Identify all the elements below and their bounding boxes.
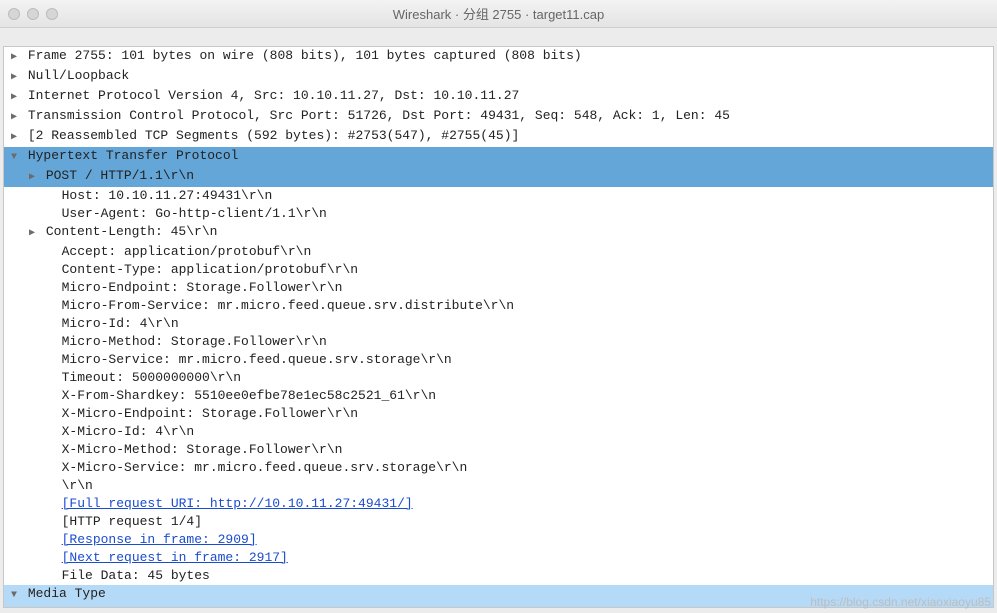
- disclosure-triangle-icon[interactable]: [8, 587, 20, 605]
- row-text: [2 Reassembled TCP Segments (592 bytes):…: [28, 127, 519, 145]
- row-text: Micro-Id: 4\r\n: [62, 315, 179, 333]
- header-row[interactable]: Micro-Id: 4\r\n: [4, 315, 993, 333]
- link-text[interactable]: [Response in frame: 2909]: [62, 531, 257, 549]
- row-text: Transmission Control Protocol, Src Port:…: [28, 107, 730, 125]
- row-text: File Data: 45 bytes: [62, 567, 210, 585]
- row-text: Media type: application/protobuf (45 byt…: [62, 605, 397, 608]
- header-row[interactable]: Content-Type: application/protobuf\r\n: [4, 261, 993, 279]
- row-text: Media Type: [28, 585, 106, 603]
- null-loopback-row[interactable]: Null/Loopback: [4, 67, 993, 87]
- row-text: X-Micro-Endpoint: Storage.Follower\r\n: [62, 405, 358, 423]
- window-controls: [8, 8, 58, 20]
- header-row[interactable]: Micro-From-Service: mr.micro.feed.queue.…: [4, 297, 993, 315]
- row-text: X-Micro-Method: Storage.Follower\r\n: [62, 441, 343, 459]
- disclosure-triangle-icon[interactable]: [8, 129, 20, 147]
- row-text: X-From-Shardkey: 5510ee0efbe78e1ec58c252…: [62, 387, 436, 405]
- row-text: Micro-Endpoint: Storage.Follower\r\n: [62, 279, 343, 297]
- tcp-row[interactable]: Transmission Control Protocol, Src Port:…: [4, 107, 993, 127]
- header-row[interactable]: Micro-Method: Storage.Follower\r\n: [4, 333, 993, 351]
- disclosure-triangle-icon[interactable]: [8, 109, 20, 127]
- disclosure-triangle-icon[interactable]: [8, 49, 20, 67]
- row-text: X-Micro-Service: mr.micro.feed.queue.srv…: [62, 459, 468, 477]
- header-row[interactable]: X-Micro-Id: 4\r\n: [4, 423, 993, 441]
- row-text: Content-Length: 45\r\n: [46, 223, 218, 241]
- packet-details-pane[interactable]: Frame 2755: 101 bytes on wire (808 bits)…: [3, 46, 994, 608]
- disclosure-triangle-icon[interactable]: [26, 225, 38, 243]
- file-data-row[interactable]: File Data: 45 bytes: [4, 567, 993, 585]
- row-text: Timeout: 5000000000\r\n: [62, 369, 241, 387]
- header-row[interactable]: X-From-Shardkey: 5510ee0efbe78e1ec58c252…: [4, 387, 993, 405]
- row-text: X-Micro-Id: 4\r\n: [62, 423, 195, 441]
- http-header-row[interactable]: Hypertext Transfer Protocol: [4, 147, 993, 167]
- disclosure-triangle-icon[interactable]: [26, 169, 38, 187]
- row-text: Content-Type: application/protobuf\r\n: [62, 261, 358, 279]
- row-text: Accept: application/protobuf\r\n: [62, 243, 312, 261]
- header-row[interactable]: Host: 10.10.11.27:49431\r\n: [4, 187, 993, 205]
- content-length-row[interactable]: Content-Length: 45\r\n: [4, 223, 993, 243]
- window-title: Wireshark · 分组 2755 · target11.cap: [393, 4, 604, 23]
- row-text: Micro-Method: Storage.Follower\r\n: [62, 333, 327, 351]
- disclosure-triangle-icon[interactable]: [8, 69, 20, 87]
- header-row[interactable]: Accept: application/protobuf\r\n: [4, 243, 993, 261]
- watermark: https://blog.csdn.net/xiaoxiaoyu85: [810, 595, 991, 609]
- header-row[interactable]: User-Agent: Go-http-client/1.1\r\n: [4, 205, 993, 223]
- row-text: Micro-From-Service: mr.micro.feed.queue.…: [62, 297, 514, 315]
- header-row[interactable]: Micro-Service: mr.micro.feed.queue.srv.s…: [4, 351, 993, 369]
- frame-row[interactable]: Frame 2755: 101 bytes on wire (808 bits)…: [4, 47, 993, 67]
- row-text: [HTTP request 1/4]: [62, 513, 202, 531]
- titlebar[interactable]: Wireshark · 分组 2755 · target11.cap: [0, 0, 997, 28]
- link-text[interactable]: [Full request URI: http://10.10.11.27:49…: [62, 495, 413, 513]
- row-text: Internet Protocol Version 4, Src: 10.10.…: [28, 87, 519, 105]
- toolbar-area: [0, 28, 997, 46]
- disclosure-triangle-icon[interactable]: [8, 89, 20, 107]
- reassembled-row[interactable]: [2 Reassembled TCP Segments (592 bytes):…: [4, 127, 993, 147]
- row-text: Host: 10.10.11.27:49431\r\n: [62, 187, 273, 205]
- row-text: Hypertext Transfer Protocol: [28, 147, 239, 165]
- minimize-icon[interactable]: [27, 8, 39, 20]
- header-row[interactable]: \r\n: [4, 477, 993, 495]
- disclosure-triangle-icon[interactable]: [8, 149, 20, 167]
- row-text: User-Agent: Go-http-client/1.1\r\n: [62, 205, 327, 223]
- link-text[interactable]: [Next request in frame: 2917]: [62, 549, 288, 567]
- frame-text: Frame 2755: 101 bytes on wire (808 bits)…: [28, 47, 582, 65]
- row-text: Micro-Service: mr.micro.feed.queue.srv.s…: [62, 351, 452, 369]
- close-icon[interactable]: [8, 8, 20, 20]
- header-row[interactable]: X-Micro-Method: Storage.Follower\r\n: [4, 441, 993, 459]
- header-row[interactable]: X-Micro-Endpoint: Storage.Follower\r\n: [4, 405, 993, 423]
- header-row[interactable]: Micro-Endpoint: Storage.Follower\r\n: [4, 279, 993, 297]
- header-row[interactable]: Timeout: 5000000000\r\n: [4, 369, 993, 387]
- response-frame-row[interactable]: [Response in frame: 2909]: [4, 531, 993, 549]
- http-request-row[interactable]: [HTTP request 1/4]: [4, 513, 993, 531]
- ip-row[interactable]: Internet Protocol Version 4, Src: 10.10.…: [4, 87, 993, 107]
- row-text: \r\n: [62, 477, 93, 495]
- header-row[interactable]: X-Micro-Service: mr.micro.feed.queue.srv…: [4, 459, 993, 477]
- next-request-row[interactable]: [Next request in frame: 2917]: [4, 549, 993, 567]
- row-text: POST / HTTP/1.1\r\n: [46, 167, 194, 185]
- post-line-row[interactable]: POST / HTTP/1.1\r\n: [4, 167, 993, 187]
- zoom-icon[interactable]: [46, 8, 58, 20]
- row-text: Null/Loopback: [28, 67, 129, 85]
- full-uri-row[interactable]: [Full request URI: http://10.10.11.27:49…: [4, 495, 993, 513]
